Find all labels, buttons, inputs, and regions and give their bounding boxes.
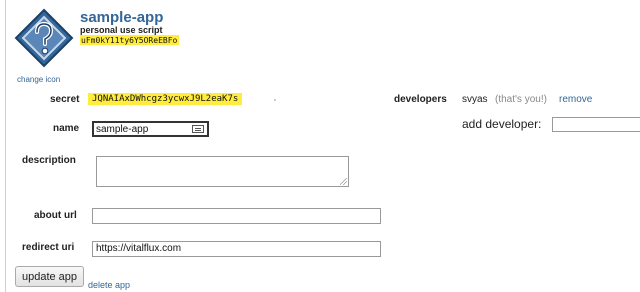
client-id: uFm0kY11ty6Y5OReEBFo bbox=[80, 35, 180, 45]
update-app-button[interactable]: update app bbox=[15, 266, 84, 287]
secret-label: secret bbox=[50, 94, 80, 105]
description-textarea[interactable] bbox=[96, 156, 349, 187]
about-url-label: about url bbox=[34, 210, 77, 221]
add-developer-input[interactable] bbox=[552, 117, 640, 132]
secret-value: JQNAIAxDWhcgz3ycwxJ9L2eaK7s bbox=[88, 93, 243, 105]
redirect-uri-label: redirect uri bbox=[22, 242, 75, 253]
add-developer-label: add developer: bbox=[462, 117, 542, 131]
change-icon-link[interactable]: change icon bbox=[17, 75, 60, 84]
question-mark-icon[interactable] bbox=[14, 8, 74, 68]
developer-name: svyas bbox=[462, 94, 488, 105]
delete-app-link[interactable]: delete app bbox=[88, 280, 130, 290]
description-label: description bbox=[22, 155, 76, 166]
redirect-uri-input[interactable]: https://vitalflux.com bbox=[92, 241, 381, 257]
app-title: sample-app bbox=[80, 9, 164, 26]
name-label: name bbox=[53, 123, 80, 134]
about-url-input[interactable] bbox=[92, 208, 381, 224]
remove-developer-link[interactable]: remove bbox=[559, 94, 592, 105]
developer-note: (that's you!) bbox=[495, 94, 547, 105]
panel-border bbox=[5, 0, 6, 292]
divider-dot bbox=[274, 99, 276, 101]
app-type-label: personal use script bbox=[80, 25, 163, 35]
resize-grip-icon[interactable] bbox=[340, 178, 347, 185]
developers-label: developers bbox=[394, 94, 447, 105]
keyboard-icon bbox=[192, 125, 204, 133]
name-input[interactable]: sample-app bbox=[92, 121, 209, 137]
name-value: sample-app bbox=[96, 124, 149, 135]
